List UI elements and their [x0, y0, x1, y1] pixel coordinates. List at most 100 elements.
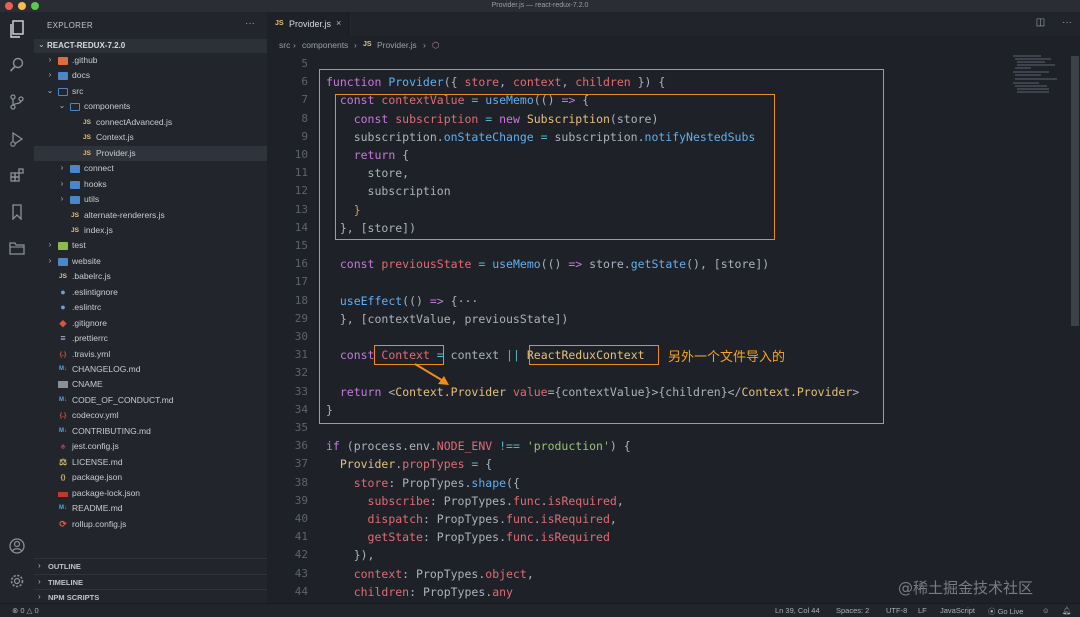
- code-token: .: [533, 530, 541, 545]
- tree-item[interactable]: JS connectAdvanced.js: [34, 115, 267, 130]
- code-line[interactable]: subscribe: PropTypes.func.isRequired,: [326, 494, 624, 508]
- tree-item[interactable]: JS Provider.js: [34, 145, 267, 161]
- code-line[interactable]: }: [326, 203, 361, 217]
- tree-item[interactable]: {} package.json: [34, 470, 267, 485]
- code-line[interactable]: const previousState = useMemo(() => stor…: [326, 257, 769, 271]
- code-editor[interactable]: 5 6 function Provider({ store, context, ch…: [267, 54, 1007, 603]
- tree-item[interactable]: ● .eslintignore: [34, 285, 267, 300]
- tree-item[interactable]: {.} .travis.yml: [34, 347, 267, 362]
- source-control-icon[interactable]: [6, 91, 28, 113]
- go-live-button[interactable]: ⦿ Go Live: [988, 606, 1023, 617]
- tree-item[interactable]: ⌄ components: [34, 99, 267, 114]
- code-line[interactable]: }, [store]): [326, 221, 416, 235]
- indentation[interactable]: Spaces: 2: [836, 606, 869, 615]
- panel-timeline[interactable]: › TIMELINE: [34, 573, 267, 589]
- tree-item[interactable]: › connect: [34, 161, 267, 176]
- code-line[interactable]: dispatch: PropTypes.func.isRequired,: [326, 512, 617, 526]
- problems-indicator[interactable]: ⊗ 0 △ 0: [12, 606, 39, 615]
- tree-item[interactable]: › test: [34, 238, 267, 253]
- notifications-icon[interactable]: 🔔︎: [1062, 606, 1072, 615]
- extensions-icon[interactable]: [6, 164, 28, 186]
- code-line[interactable]: }, [contextValue, previousState]): [326, 312, 568, 326]
- folder-icon: [70, 165, 80, 174]
- tree-item[interactable]: JS Context.js: [34, 130, 267, 145]
- tree-item[interactable]: ♠ jest.config.js: [34, 439, 267, 454]
- code-line[interactable]: children: PropTypes.any: [326, 585, 513, 599]
- tree-item[interactable]: › hooks: [34, 177, 267, 192]
- run-debug-icon[interactable]: [6, 128, 28, 150]
- tab-provider-js[interactable]: JS Provider.js ×: [267, 12, 349, 36]
- more-actions-icon[interactable]: ···: [1062, 17, 1072, 28]
- project-manager-icon[interactable]: [6, 237, 28, 259]
- end-of-line[interactable]: LF: [918, 606, 927, 615]
- workspace-root[interactable]: ⌄ REACT-REDUX-7.2.0: [34, 39, 267, 53]
- code-line[interactable]: context: PropTypes.object,: [326, 567, 534, 581]
- explorer-icon[interactable]: [6, 18, 28, 40]
- chevron-right-icon: ›: [60, 163, 64, 173]
- close-icon[interactable]: ×: [336, 18, 341, 28]
- tree-item[interactable]: ⚖ LICENSE.md: [34, 455, 267, 470]
- tree-item[interactable]: ● .eslintrc: [34, 300, 267, 315]
- code-line[interactable]: const Context = context || ReactReduxCon…: [326, 348, 645, 362]
- code-line[interactable]: store: PropTypes.shape({: [326, 476, 520, 490]
- tree-item-label: rollup.config.js: [72, 518, 127, 529]
- code-line[interactable]: useEffect(() => {···: [326, 294, 479, 308]
- code-line[interactable]: getState: PropTypes.func.isRequired: [326, 530, 610, 544]
- panel-npm-scripts[interactable]: › NPM SCRIPTS: [34, 589, 267, 604]
- tree-item[interactable]: package-lock.json: [34, 486, 267, 501]
- code-line[interactable]: const contextValue = useMemo(() => {: [326, 93, 589, 107]
- code-line[interactable]: const subscription = new Subscription(st…: [326, 112, 659, 126]
- bookmark-icon[interactable]: [6, 201, 28, 223]
- encoding[interactable]: UTF-8: [886, 606, 907, 615]
- tree-item[interactable]: M↓ CHANGELOG.md: [34, 362, 267, 377]
- settings-gear-icon[interactable]: [6, 570, 28, 592]
- search-icon[interactable]: [6, 54, 28, 76]
- tree-item[interactable]: JS .babelrc.js: [34, 269, 267, 284]
- tree-item[interactable]: {.} codecov.yml: [34, 408, 267, 423]
- tree-item[interactable]: ◆ .gitignore: [34, 316, 267, 331]
- account-icon[interactable]: [6, 535, 28, 557]
- breadcrumb-file[interactable]: Provider.js: [377, 40, 417, 50]
- scrollbar-thumb[interactable]: [1071, 56, 1079, 326]
- tree-item[interactable]: M↓ README.md: [34, 501, 267, 516]
- tree-item[interactable]: ⌄ src: [34, 84, 267, 99]
- breadcrumb-components[interactable]: components: [302, 40, 348, 50]
- code-token: =>: [568, 257, 583, 272]
- code-line[interactable]: }),: [326, 548, 375, 562]
- code-token: return: [339, 384, 382, 399]
- tree-item[interactable]: ≡ .prettierrc: [34, 331, 267, 346]
- tree-item[interactable]: JS alternate-renderers.js: [34, 208, 267, 223]
- split-editor-icon[interactable]: ◫: [1036, 17, 1045, 28]
- breadcrumb-src[interactable]: src: [279, 40, 290, 50]
- title-bar: Provider.js — react-redux-7.2.0: [0, 0, 1080, 12]
- code-line[interactable]: store,: [326, 166, 410, 180]
- language-mode[interactable]: JavaScript: [940, 606, 975, 615]
- cursor-position[interactable]: Ln 39, Col 44: [775, 606, 820, 615]
- code-token: subscribe: [367, 493, 430, 508]
- code-line[interactable]: subscription: [326, 184, 451, 198]
- code-token: (process.env.: [339, 439, 437, 454]
- tree-item[interactable]: M↓ CONTRIBUTING.md: [34, 424, 267, 439]
- tree-item[interactable]: CNAME: [34, 377, 267, 392]
- code-line[interactable]: return {: [326, 148, 409, 162]
- code-line[interactable]: function Provider({ store, context, chil…: [326, 75, 665, 89]
- tree-item[interactable]: JS index.js: [34, 223, 267, 238]
- tree-item[interactable]: ⟳ rollup.config.js: [34, 517, 267, 532]
- code-line[interactable]: }: [326, 403, 333, 417]
- minimap[interactable]: [1007, 54, 1080, 603]
- tree-item[interactable]: › docs: [34, 68, 267, 83]
- feedback-icon[interactable]: ☺: [1042, 606, 1050, 615]
- code-line[interactable]: if (process.env.NODE_ENV !== 'production…: [326, 439, 631, 453]
- tree-item[interactable]: M↓ CODE_OF_CONDUCT.md: [34, 393, 267, 408]
- code-line[interactable]: return < Context.Provider value={contextV…: [326, 385, 859, 399]
- code-line[interactable]: subscription.onStateChange = subscriptio…: [326, 130, 756, 144]
- code-token: store.: [582, 257, 631, 272]
- code-line[interactable]: Provider.propTypes = {: [326, 457, 492, 471]
- panel-outline[interactable]: › OUTLINE: [34, 558, 267, 573]
- tree-item[interactable]: › website: [34, 254, 267, 269]
- tree-item[interactable]: › utils: [34, 192, 267, 207]
- tree-item[interactable]: › .github: [34, 53, 267, 68]
- more-actions-icon[interactable]: ···: [245, 18, 255, 29]
